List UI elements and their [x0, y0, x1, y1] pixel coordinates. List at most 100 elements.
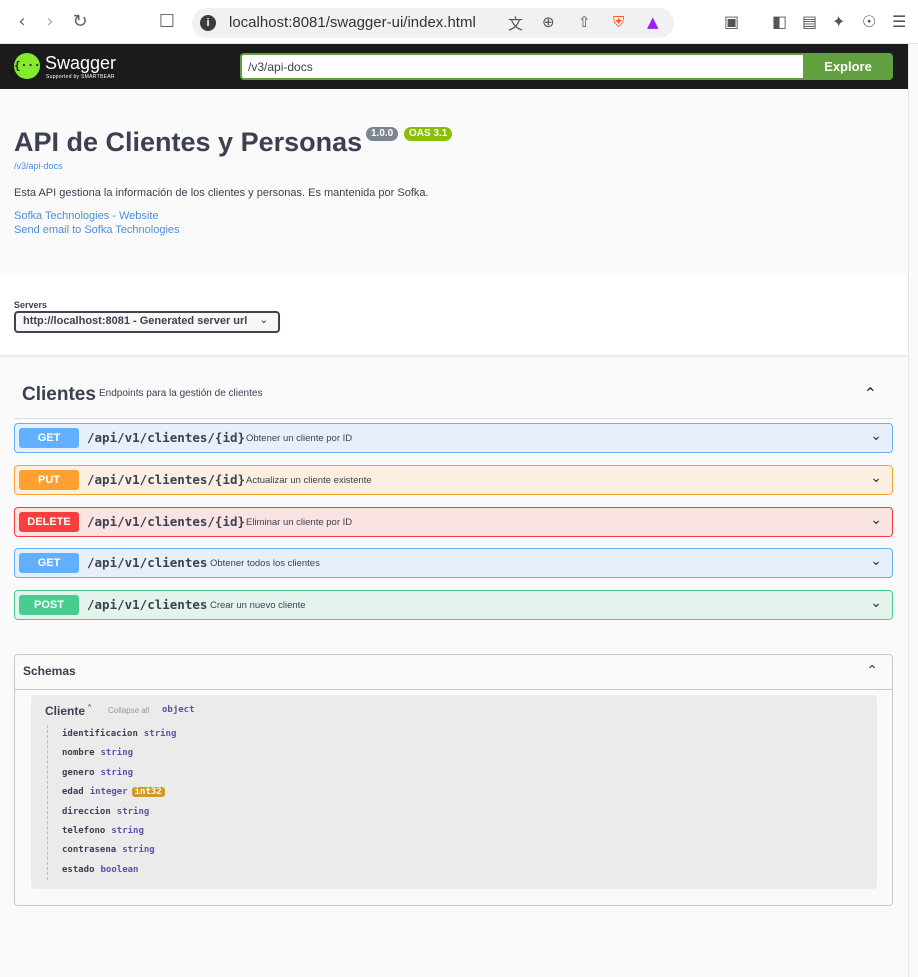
model-properties: identificacion string nombre string genero…: [47, 725, 447, 881]
property-type: string: [100, 767, 134, 778]
method-badge: PUT: [19, 470, 79, 490]
property-name: direccion: [62, 806, 111, 817]
property-name: nombre: [62, 748, 95, 759]
property-format: int32: [131, 787, 165, 798]
property-row: edad integer int32: [48, 783, 447, 802]
property-name: identificacion: [62, 729, 138, 739]
tag-name[interactable]: Clientes: [22, 384, 96, 406]
swagger-logo-icon[interactable]: {···}: [14, 53, 47, 79]
share-icon[interactable]: ⇧: [578, 13, 591, 31]
site-info-icon[interactable]: i: [200, 15, 216, 31]
chevron-down-icon[interactable]: ⌄: [870, 595, 882, 611]
operation-path: /api/v1/clientes/{id}: [87, 430, 246, 445]
address-url[interactable]: localhost:8081/swagger-ui/index.html: [229, 14, 476, 31]
operation-summary: Obtener un cliente por ID: [246, 433, 353, 444]
operation-summary: Eliminar un cliente por ID: [246, 517, 353, 528]
property-type: string: [111, 825, 144, 836]
swagger-logo-text[interactable]: Swagger: [45, 53, 116, 74]
property-type: string: [116, 806, 150, 817]
operation-get-clientes[interactable]: GET /api/v1/clientes Obtener todos los c…: [14, 548, 893, 578]
operation-path: /api/v1/clientes: [87, 555, 208, 570]
operation-delete-cliente[interactable]: DELETE /api/v1/clientes/{id} Eliminar un…: [14, 507, 893, 537]
zoom-icon[interactable]: ⊕: [542, 13, 555, 31]
operation-summary: Crear un nuevo cliente: [210, 600, 306, 611]
brave-shield-icon[interactable]: ⛨: [613, 13, 624, 31]
operation-path: /api/v1/clientes/{id}: [87, 514, 246, 529]
chevron-down-icon[interactable]: ⌄: [870, 512, 882, 528]
website-link[interactable]: Sofka Technologies - Website: [14, 210, 159, 222]
property-type: string: [122, 845, 155, 856]
servers-selected-value: http://localhost:8081 - Generated server…: [23, 315, 248, 327]
explore-button[interactable]: Explore: [803, 53, 893, 80]
method-badge: GET: [19, 428, 79, 448]
chevron-down-icon[interactable]: ⌄: [870, 553, 882, 569]
rewards-icon[interactable]: ▲: [647, 13, 659, 31]
operation-post-cliente[interactable]: POST /api/v1/clientes Crear un nuevo cli…: [14, 590, 893, 620]
tag-clientes-header[interactable]: Clientes Endpoints para la gestión de cl…: [14, 376, 893, 419]
email-link[interactable]: Send email to Sofka Technologies: [14, 224, 180, 236]
tab-search-icon[interactable]: ▣: [724, 12, 739, 31]
back-icon[interactable]: ‹: [12, 12, 32, 32]
property-name: estado: [62, 864, 95, 875]
property-row: nombre string: [48, 744, 447, 763]
operation-summary: Actualizar un cliente existente: [246, 475, 372, 486]
property-row: identificacion string: [48, 725, 447, 744]
property-row: estado boolean: [48, 861, 447, 880]
wallet-icon[interactable]: ▤: [802, 12, 817, 31]
page-scrollbar[interactable]: [908, 44, 918, 977]
property-name: genero: [62, 767, 95, 778]
api-description: Esta API gestiona la información de los …: [14, 187, 429, 199]
schemas-header[interactable]: Schemas ⌃: [15, 655, 892, 690]
api-title: API de Clientes y Personas: [14, 127, 363, 157]
chevron-down-icon[interactable]: ⌄: [870, 428, 882, 444]
forward-icon[interactable]: ›: [40, 12, 60, 32]
vpn-icon[interactable]: ☉: [862, 12, 876, 31]
menu-icon[interactable]: ☰: [892, 12, 906, 31]
property-row: genero string: [48, 764, 447, 783]
chevron-down-icon: ⌄: [259, 315, 268, 326]
model-name[interactable]: Cliente: [45, 704, 85, 718]
chevron-down-icon[interactable]: ⌄: [870, 470, 882, 486]
swagger-logo-subtitle: Supported by SMARTBEAR: [46, 74, 115, 80]
method-badge: DELETE: [19, 512, 79, 532]
api-info: API de Clientes y Personas 1.0.0 OAS 3.1…: [0, 89, 908, 275]
property-type: string: [100, 748, 134, 759]
model-type: object: [162, 705, 195, 715]
property-type: boolean: [100, 864, 139, 875]
translate-icon[interactable]: 文: [508, 13, 523, 34]
leo-ai-icon[interactable]: ✦: [832, 12, 845, 31]
property-type: integer: [89, 787, 128, 798]
servers-section: Servers http://localhost:8081 - Generate…: [0, 275, 908, 356]
oas-badge: OAS 3.1: [404, 127, 453, 141]
servers-label: Servers: [14, 300, 48, 310]
api-docs-link[interactable]: /v3/api-docs: [14, 161, 63, 171]
version-badge: 1.0.0: [366, 127, 399, 141]
sidebar-icon[interactable]: ◧: [772, 12, 787, 31]
swagger-topbar: {···} Swagger Supported by SMARTBEAR /v3…: [0, 44, 908, 89]
reload-icon[interactable]: ↻: [70, 12, 90, 32]
property-row: contrasena string: [48, 841, 447, 860]
caret-up-icon[interactable]: ˄: [87, 704, 92, 715]
address-bar[interactable]: i localhost:8081/swagger-ui/index.html 文…: [192, 8, 674, 38]
operation-path: /api/v1/clientes: [87, 597, 208, 612]
spec-url-input[interactable]: /v3/api-docs: [240, 53, 804, 80]
property-name: contrasena: [62, 845, 117, 856]
operation-get-cliente-by-id[interactable]: GET /api/v1/clientes/{id} Obtener un cli…: [14, 423, 893, 453]
property-name: edad: [62, 787, 84, 798]
property-type: string: [143, 729, 177, 739]
chevron-up-icon[interactable]: ⌃: [864, 384, 877, 403]
bookmark-icon[interactable]: ☐: [157, 12, 177, 32]
collapse-all-button[interactable]: Collapse all: [108, 706, 149, 715]
method-badge: GET: [19, 553, 79, 573]
browser-toolbar: ‹ › ↻ ☐ i localhost:8081/swagger-ui/inde…: [0, 0, 918, 44]
servers-select[interactable]: http://localhost:8081 - Generated server…: [14, 311, 280, 333]
operation-put-cliente[interactable]: PUT /api/v1/clientes/{id} Actualizar un …: [14, 465, 893, 495]
property-name: telefono: [62, 825, 106, 836]
property-row: telefono string: [48, 822, 447, 841]
operation-path: /api/v1/clientes/{id}: [87, 472, 246, 487]
chevron-up-icon[interactable]: ⌃: [866, 663, 878, 679]
operation-summary: Obtener todos los clientes: [210, 558, 320, 569]
tag-description: Endpoints para la gestión de clientes: [99, 388, 263, 399]
property-row: direccion string: [48, 803, 447, 822]
schemas-title[interactable]: Schemas: [23, 664, 76, 678]
